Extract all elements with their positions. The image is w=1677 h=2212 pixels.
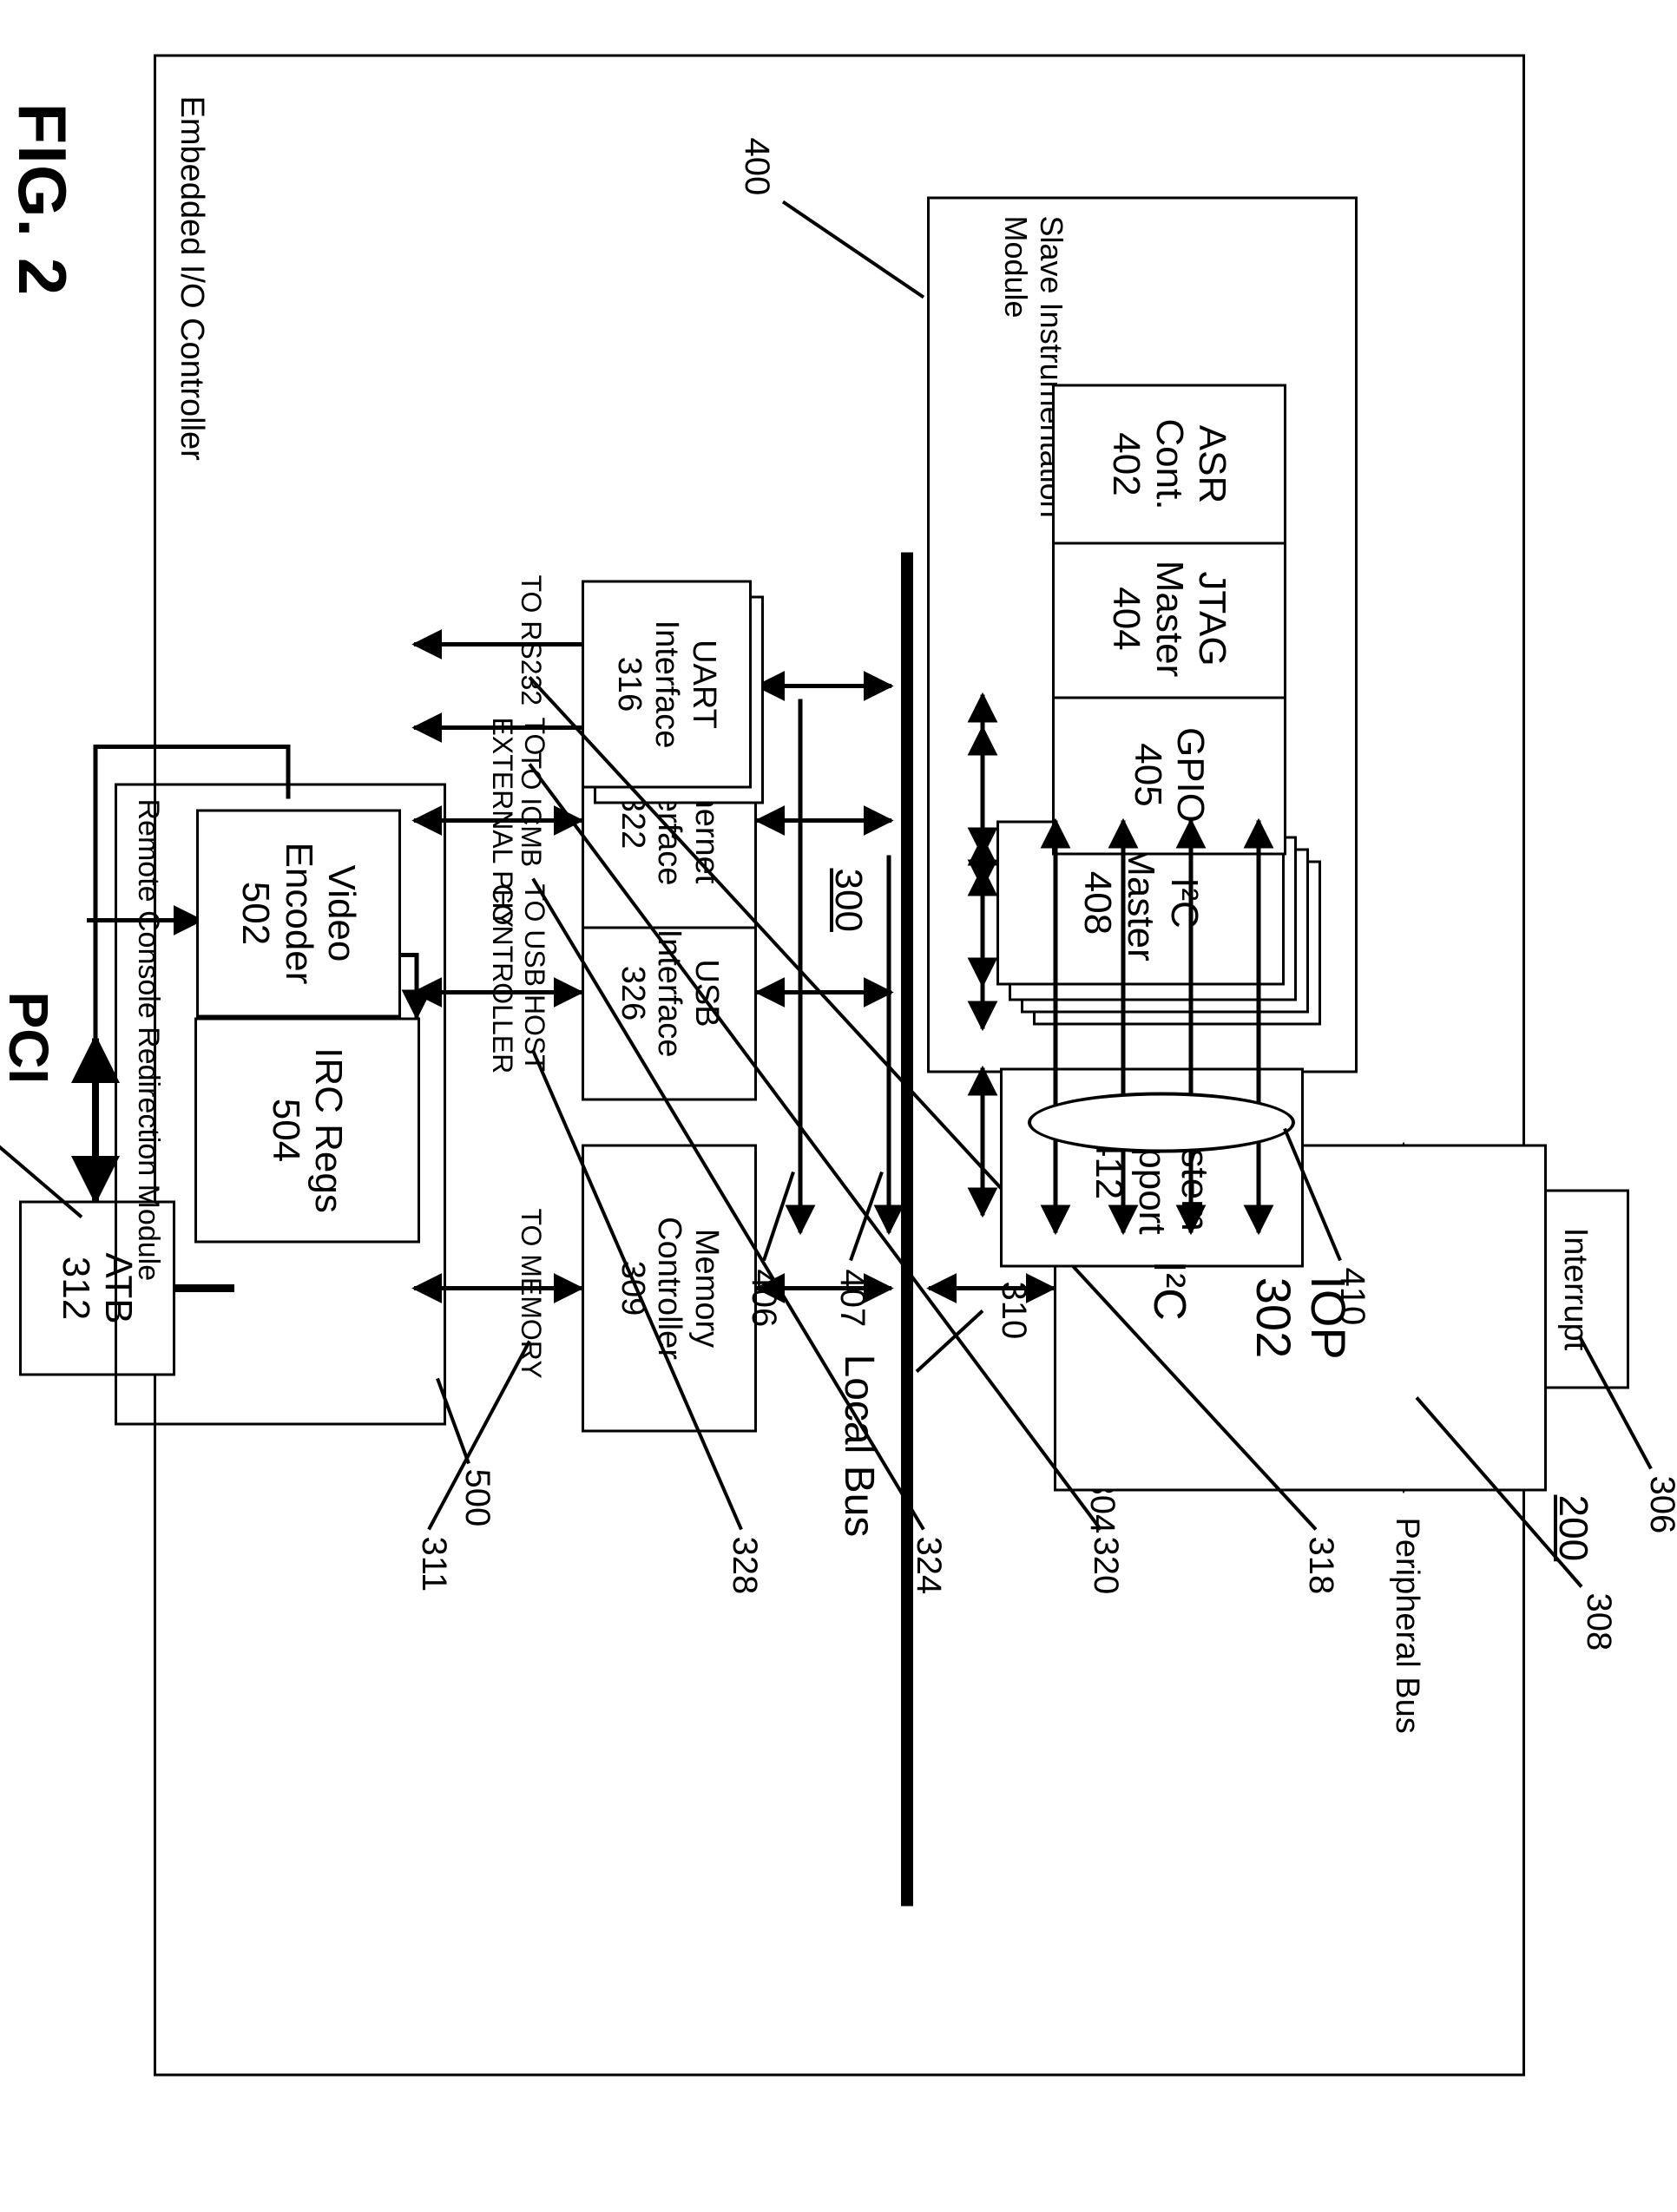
figure-caption: FIG. 2 (4, 102, 81, 296)
block-irc-regs[interactable]: IRC Regs 504 (194, 1017, 420, 1243)
block-video-encoder[interactable]: Video Encoder 502 (196, 809, 401, 1017)
block-irc-regs-ref: 504 (265, 1098, 307, 1162)
block-video-encoder-title: Video Encoder (277, 842, 363, 984)
figure-canvas: Local Bus 310 300 200 Embedded I/O Contr… (0, 0, 1677, 2212)
block-video-encoder-ref: 502 (234, 881, 278, 945)
block-irc-regs-title: IRC Regs (307, 1047, 351, 1213)
